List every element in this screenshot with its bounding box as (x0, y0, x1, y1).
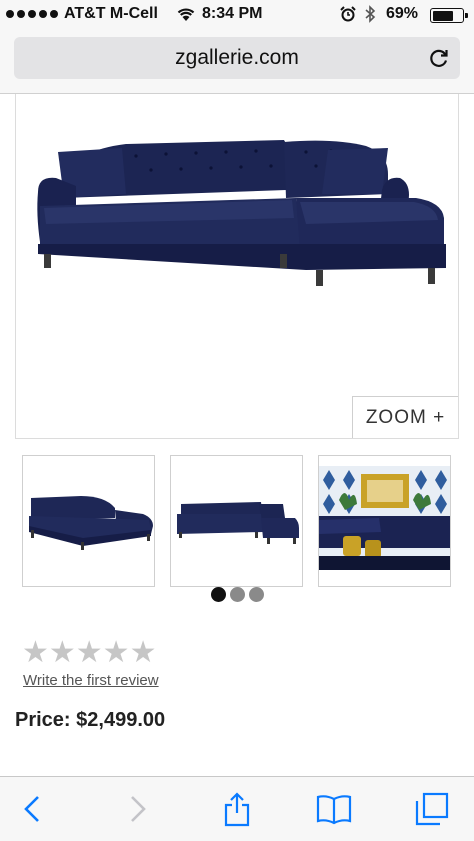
signal-strength-icon (6, 10, 58, 18)
thumbnail-room-scene-image (319, 466, 450, 570)
carousel-dot[interactable] (211, 587, 226, 602)
bluetooth-icon (365, 5, 376, 23)
back-icon[interactable] (16, 791, 52, 827)
zoom-button[interactable]: ZOOM + (352, 396, 458, 438)
product-main-image[interactable]: ZOOM + (15, 94, 459, 439)
sofa-image (37, 140, 446, 286)
tabs-icon[interactable] (414, 791, 450, 827)
product-price: Price: $2,499.00 (15, 709, 166, 731)
thumbnail-2[interactable] (170, 455, 303, 587)
alarm-icon (340, 6, 356, 22)
status-bar: AT&T M-Cell 8:34 PM 69% (0, 0, 474, 30)
forward-icon[interactable] (118, 791, 154, 827)
carousel-dot[interactable] (249, 587, 264, 602)
url-field[interactable]: zgallerie.com (14, 37, 460, 79)
wifi-icon (177, 8, 195, 21)
url-text[interactable]: zgallerie.com (14, 46, 460, 70)
carousel-page-indicator[interactable] (211, 587, 264, 602)
browser-toolbar (0, 776, 474, 841)
thumbnail-carousel (22, 455, 452, 587)
battery-level-fill (432, 10, 453, 21)
bookmarks-icon[interactable] (316, 791, 352, 827)
thumbnail-3[interactable] (318, 455, 451, 587)
battery-percentage: 69% (386, 5, 419, 22)
browser-address-bar: zgallerie.com (0, 30, 474, 94)
battery-icon (430, 8, 468, 23)
reload-icon[interactable] (428, 47, 450, 69)
clock: 8:34 PM (202, 5, 263, 22)
share-icon[interactable] (219, 791, 255, 827)
thumbnail-sofa-front-image (177, 502, 299, 544)
rating-stars: ★★★★★ (22, 636, 157, 669)
thumbnail-sofa-angle-image (29, 496, 153, 550)
carousel-dot[interactable] (230, 587, 245, 602)
thumbnail-1[interactable] (22, 455, 155, 587)
write-review-link[interactable]: Write the first review (23, 672, 159, 689)
carrier-name: AT&T M-Cell (64, 5, 158, 22)
